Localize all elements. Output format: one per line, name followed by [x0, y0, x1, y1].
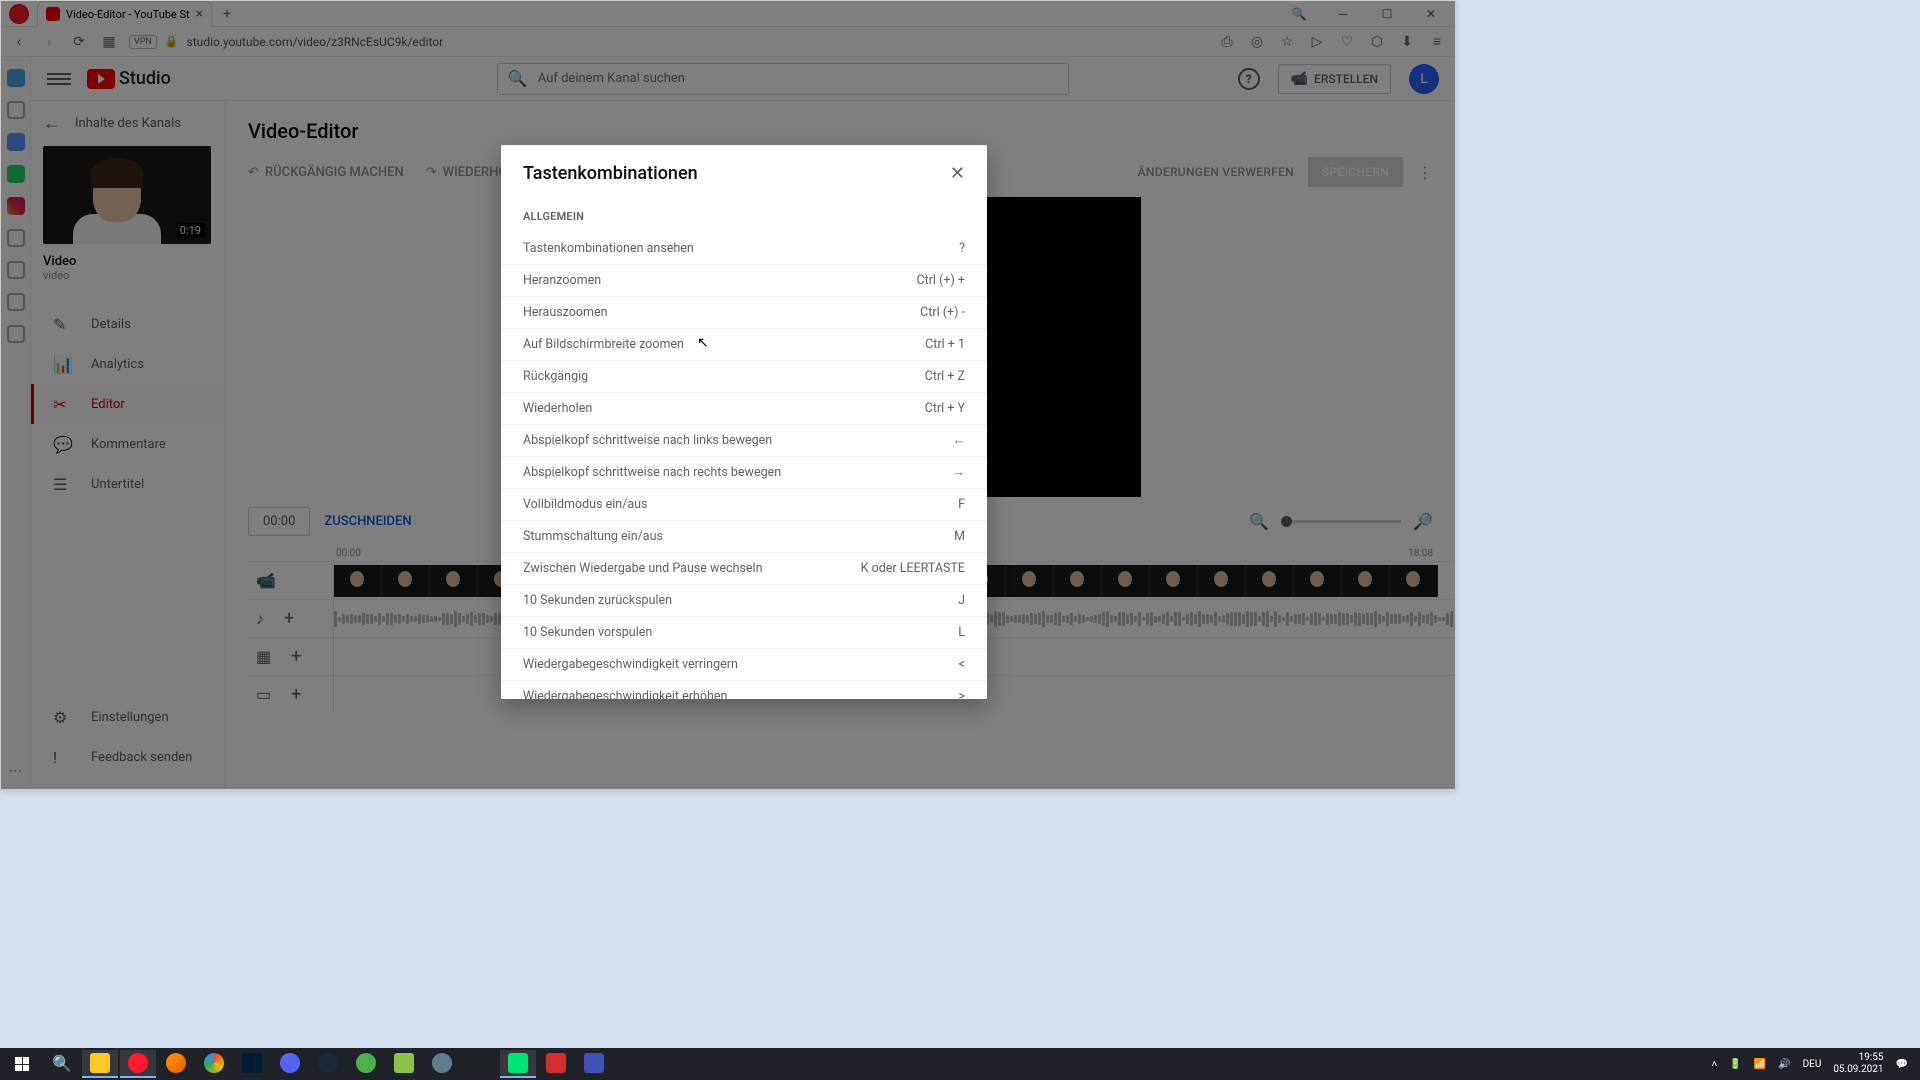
task-explorer-icon[interactable]: [82, 1050, 118, 1078]
shortcut-row: 10 Sekunden zurückspulen J: [501, 585, 987, 617]
browser-window: Video-Editor - YouTube St × + 🔍 ─ ☐ ✕ ‹ …: [0, 0, 1456, 790]
shortcut-row: Heranzoomen Ctrl (+) +: [501, 265, 987, 297]
tray-lang-icon[interactable]: DEU: [1803, 1059, 1822, 1070]
shortcut-row: Zwischen Wiedergabe und Pause wechseln K …: [501, 553, 987, 585]
shortcut-key: Ctrl + Z: [925, 369, 965, 384]
shortcut-row: Wiederholen Ctrl + Y: [501, 393, 987, 425]
shortcut-label: 10 Sekunden vorspulen: [523, 625, 652, 640]
windows-taskbar: 🔍 ˄ 🔋 📶 🔊 DEU 19:55 05.09.2021 💬: [0, 1048, 1920, 1080]
shortcut-label: Abspielkopf schrittweise nach links bewe…: [523, 433, 772, 448]
modal-header: Tastenkombinationen ✕: [501, 145, 987, 198]
task-green2-icon[interactable]: [386, 1050, 422, 1078]
shortcut-key: Ctrl (+) -: [920, 305, 965, 320]
shortcut-row: Tastenkombinationen ansehen?: [501, 233, 987, 265]
tray-wifi-icon[interactable]: 📶: [1754, 1059, 1766, 1070]
section-label: ALLGEMEIN: [501, 198, 987, 233]
task-globe-icon[interactable]: [424, 1050, 460, 1078]
shortcut-label: Rückgängig: [523, 369, 588, 384]
task-firefox-icon[interactable]: [158, 1050, 194, 1078]
close-icon[interactable]: ✕: [950, 163, 965, 184]
task-misc-icon[interactable]: [576, 1050, 612, 1078]
start-button[interactable]: [4, 1050, 40, 1078]
shortcut-row: Abspielkopf schrittweise nach rechts bew…: [501, 457, 987, 489]
task-discord-icon[interactable]: [272, 1050, 308, 1078]
shortcut-key: ?: [959, 241, 965, 256]
shortcut-label: Abspielkopf schrittweise nach rechts bew…: [523, 465, 781, 480]
tray-battery-icon[interactable]: 🔋: [1729, 1059, 1741, 1070]
shortcut-row: Stummschaltung ein/aus M: [501, 521, 987, 553]
shortcut-row: Vollbildmodus ein/aus F: [501, 489, 987, 521]
shortcut-label: Heranzoomen: [523, 273, 601, 288]
shortcut-key: →: [953, 465, 966, 480]
shortcut-key: Ctrl (+) +: [916, 273, 965, 288]
shortcut-row: 10 Sekunden vorspulen L: [501, 617, 987, 649]
shortcut-row: Wiedergabegeschwindigkeit erhöhen >: [501, 681, 987, 699]
modal-title: Tastenkombinationen: [523, 163, 698, 184]
shortcut-key: J: [958, 593, 965, 608]
shortcut-label: Wiedergabegeschwindigkeit erhöhen: [523, 689, 727, 699]
shortcut-row: Rückgängig Ctrl + Z: [501, 361, 987, 393]
shortcut-row: Abspielkopf schrittweise nach links bewe…: [501, 425, 987, 457]
shortcut-key: M: [954, 529, 965, 544]
shortcut-key: K oder LEERTASTE: [861, 561, 965, 576]
shortcut-row: Herauszoomen Ctrl (+) -: [501, 297, 987, 329]
shortcut-label: Auf Bildschirmbreite zoomen: [523, 337, 684, 352]
modal-body[interactable]: ALLGEMEIN Tastenkombinationen ansehen?He…: [501, 198, 987, 699]
task-obs-icon[interactable]: [462, 1050, 498, 1078]
tray-clock[interactable]: 19:55 05.09.2021: [1833, 1052, 1883, 1076]
task-chrome-icon[interactable]: [196, 1050, 232, 1078]
task-search-icon[interactable]: 🔍: [44, 1050, 80, 1078]
task-green1-icon[interactable]: [348, 1050, 384, 1078]
shortcut-row: Auf Bildschirmbreite zoomen Ctrl + 1: [501, 329, 987, 361]
shortcut-key: Ctrl + Y: [925, 401, 965, 416]
tray-volume-icon[interactable]: 🔊: [1778, 1059, 1790, 1070]
tray-date: 05.09.2021: [1833, 1064, 1883, 1076]
tray-time: 19:55: [1833, 1052, 1883, 1064]
shortcut-label: Tastenkombinationen ansehen: [523, 241, 694, 256]
shortcut-key: ←: [953, 433, 966, 448]
shortcut-key: >: [958, 689, 965, 699]
tray-notification-icon[interactable]: 💬: [1896, 1059, 1908, 1070]
shortcuts-modal: Tastenkombinationen ✕ ALLGEMEIN Tastenko…: [501, 145, 987, 699]
shortcut-label: Vollbildmodus ein/aus: [523, 497, 648, 512]
shortcut-label: Stummschaltung ein/aus: [523, 529, 663, 544]
task-opera-icon[interactable]: [120, 1050, 156, 1078]
task-photoshop-icon[interactable]: [234, 1050, 270, 1078]
shortcut-key: F: [958, 497, 965, 512]
shortcut-label: Wiederholen: [523, 401, 592, 416]
shortcut-key: Ctrl + 1: [925, 337, 965, 352]
task-steam-icon[interactable]: [310, 1050, 346, 1078]
task-red-icon[interactable]: [538, 1050, 574, 1078]
shortcut-label: Herauszoomen: [523, 305, 608, 320]
tray-chevron-icon[interactable]: ˄: [1711, 1059, 1717, 1070]
shortcut-label: 10 Sekunden zurückspulen: [523, 593, 672, 608]
task-green3-icon[interactable]: [500, 1050, 536, 1078]
shortcut-label: Zwischen Wiedergabe und Pause wechseln: [523, 561, 763, 576]
shortcut-key: L: [958, 625, 965, 640]
shortcut-row: Wiedergabegeschwindigkeit verringern <: [501, 649, 987, 681]
shortcut-label: Wiedergabegeschwindigkeit verringern: [523, 657, 738, 672]
shortcut-key: <: [959, 657, 965, 672]
system-tray: ˄ 🔋 📶 🔊 DEU 19:55 05.09.2021 💬: [1711, 1052, 1916, 1076]
